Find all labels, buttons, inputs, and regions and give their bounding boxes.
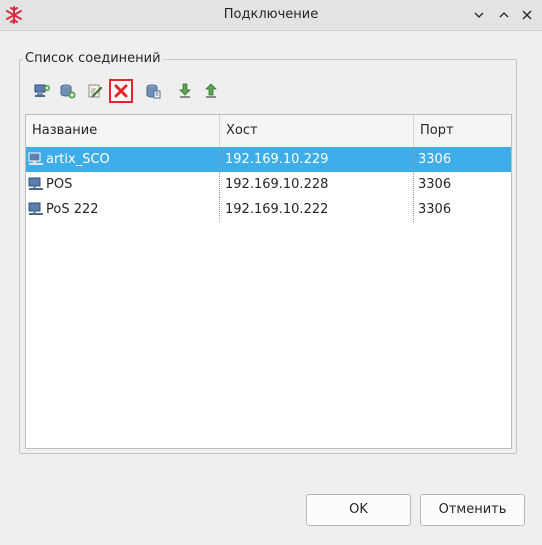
export-icon: [205, 83, 217, 98]
cell-name: artix_SCO: [26, 147, 220, 172]
chevron-up-icon: [499, 12, 509, 18]
edit-icon: [88, 84, 103, 98]
computer-icon: [28, 177, 43, 190]
delete-icon: [114, 84, 128, 98]
cell-name: PoS 222: [26, 197, 220, 222]
table-row[interactable]: PoS 222 192.169.10.222 3306: [26, 197, 511, 222]
add-database-icon: [60, 84, 76, 99]
cell-port: 3306: [418, 202, 452, 217]
row-name-text: POS: [46, 177, 73, 192]
edit-button[interactable]: [83, 79, 107, 103]
close-icon: [522, 10, 532, 20]
ok-button[interactable]: OK: [306, 494, 411, 526]
import-button[interactable]: [173, 79, 197, 103]
cancel-button[interactable]: Отменить: [420, 494, 525, 526]
database-properties-button[interactable]: [141, 79, 165, 103]
computer-icon: [28, 152, 43, 165]
connections-table[interactable]: Название Хост Порт artix_SCO 192.169.10.…: [25, 114, 512, 449]
cell-port: 3306: [418, 177, 452, 192]
close-button[interactable]: [517, 5, 537, 25]
database-properties-icon: [146, 84, 161, 99]
chevron-down-icon: [474, 12, 484, 18]
title-bar: Подключение: [0, 0, 542, 31]
import-icon: [179, 83, 191, 98]
cell-host: 192.169.10.229: [220, 147, 414, 172]
column-header-host[interactable]: Хост: [220, 115, 414, 147]
cell-name: POS: [26, 172, 220, 197]
new-connection-icon: [34, 84, 50, 97]
column-header-name[interactable]: Название: [26, 115, 220, 147]
computer-icon: [28, 202, 43, 215]
group-title: Список соединений: [23, 51, 163, 66]
row-name-text: artix_SCO: [46, 152, 110, 167]
table-header: Название Хост Порт: [26, 115, 511, 148]
table-row[interactable]: artix_SCO 192.169.10.229 3306: [26, 147, 511, 172]
window-title: Подключение: [223, 7, 319, 22]
add-database-button[interactable]: [56, 79, 80, 103]
delete-button[interactable]: [109, 79, 133, 103]
table-row[interactable]: POS 192.169.10.228 3306: [26, 172, 511, 197]
column-header-port[interactable]: Порт: [414, 115, 511, 147]
cell-port: 3306: [418, 152, 452, 167]
export-button[interactable]: [199, 79, 223, 103]
new-connection-button[interactable]: [30, 79, 54, 103]
cell-host: 192.169.10.222: [220, 197, 414, 222]
maximize-button[interactable]: [494, 5, 514, 25]
minimize-button[interactable]: [469, 5, 489, 25]
row-name-text: PoS 222: [46, 202, 99, 217]
cell-host: 192.169.10.228: [220, 172, 414, 197]
